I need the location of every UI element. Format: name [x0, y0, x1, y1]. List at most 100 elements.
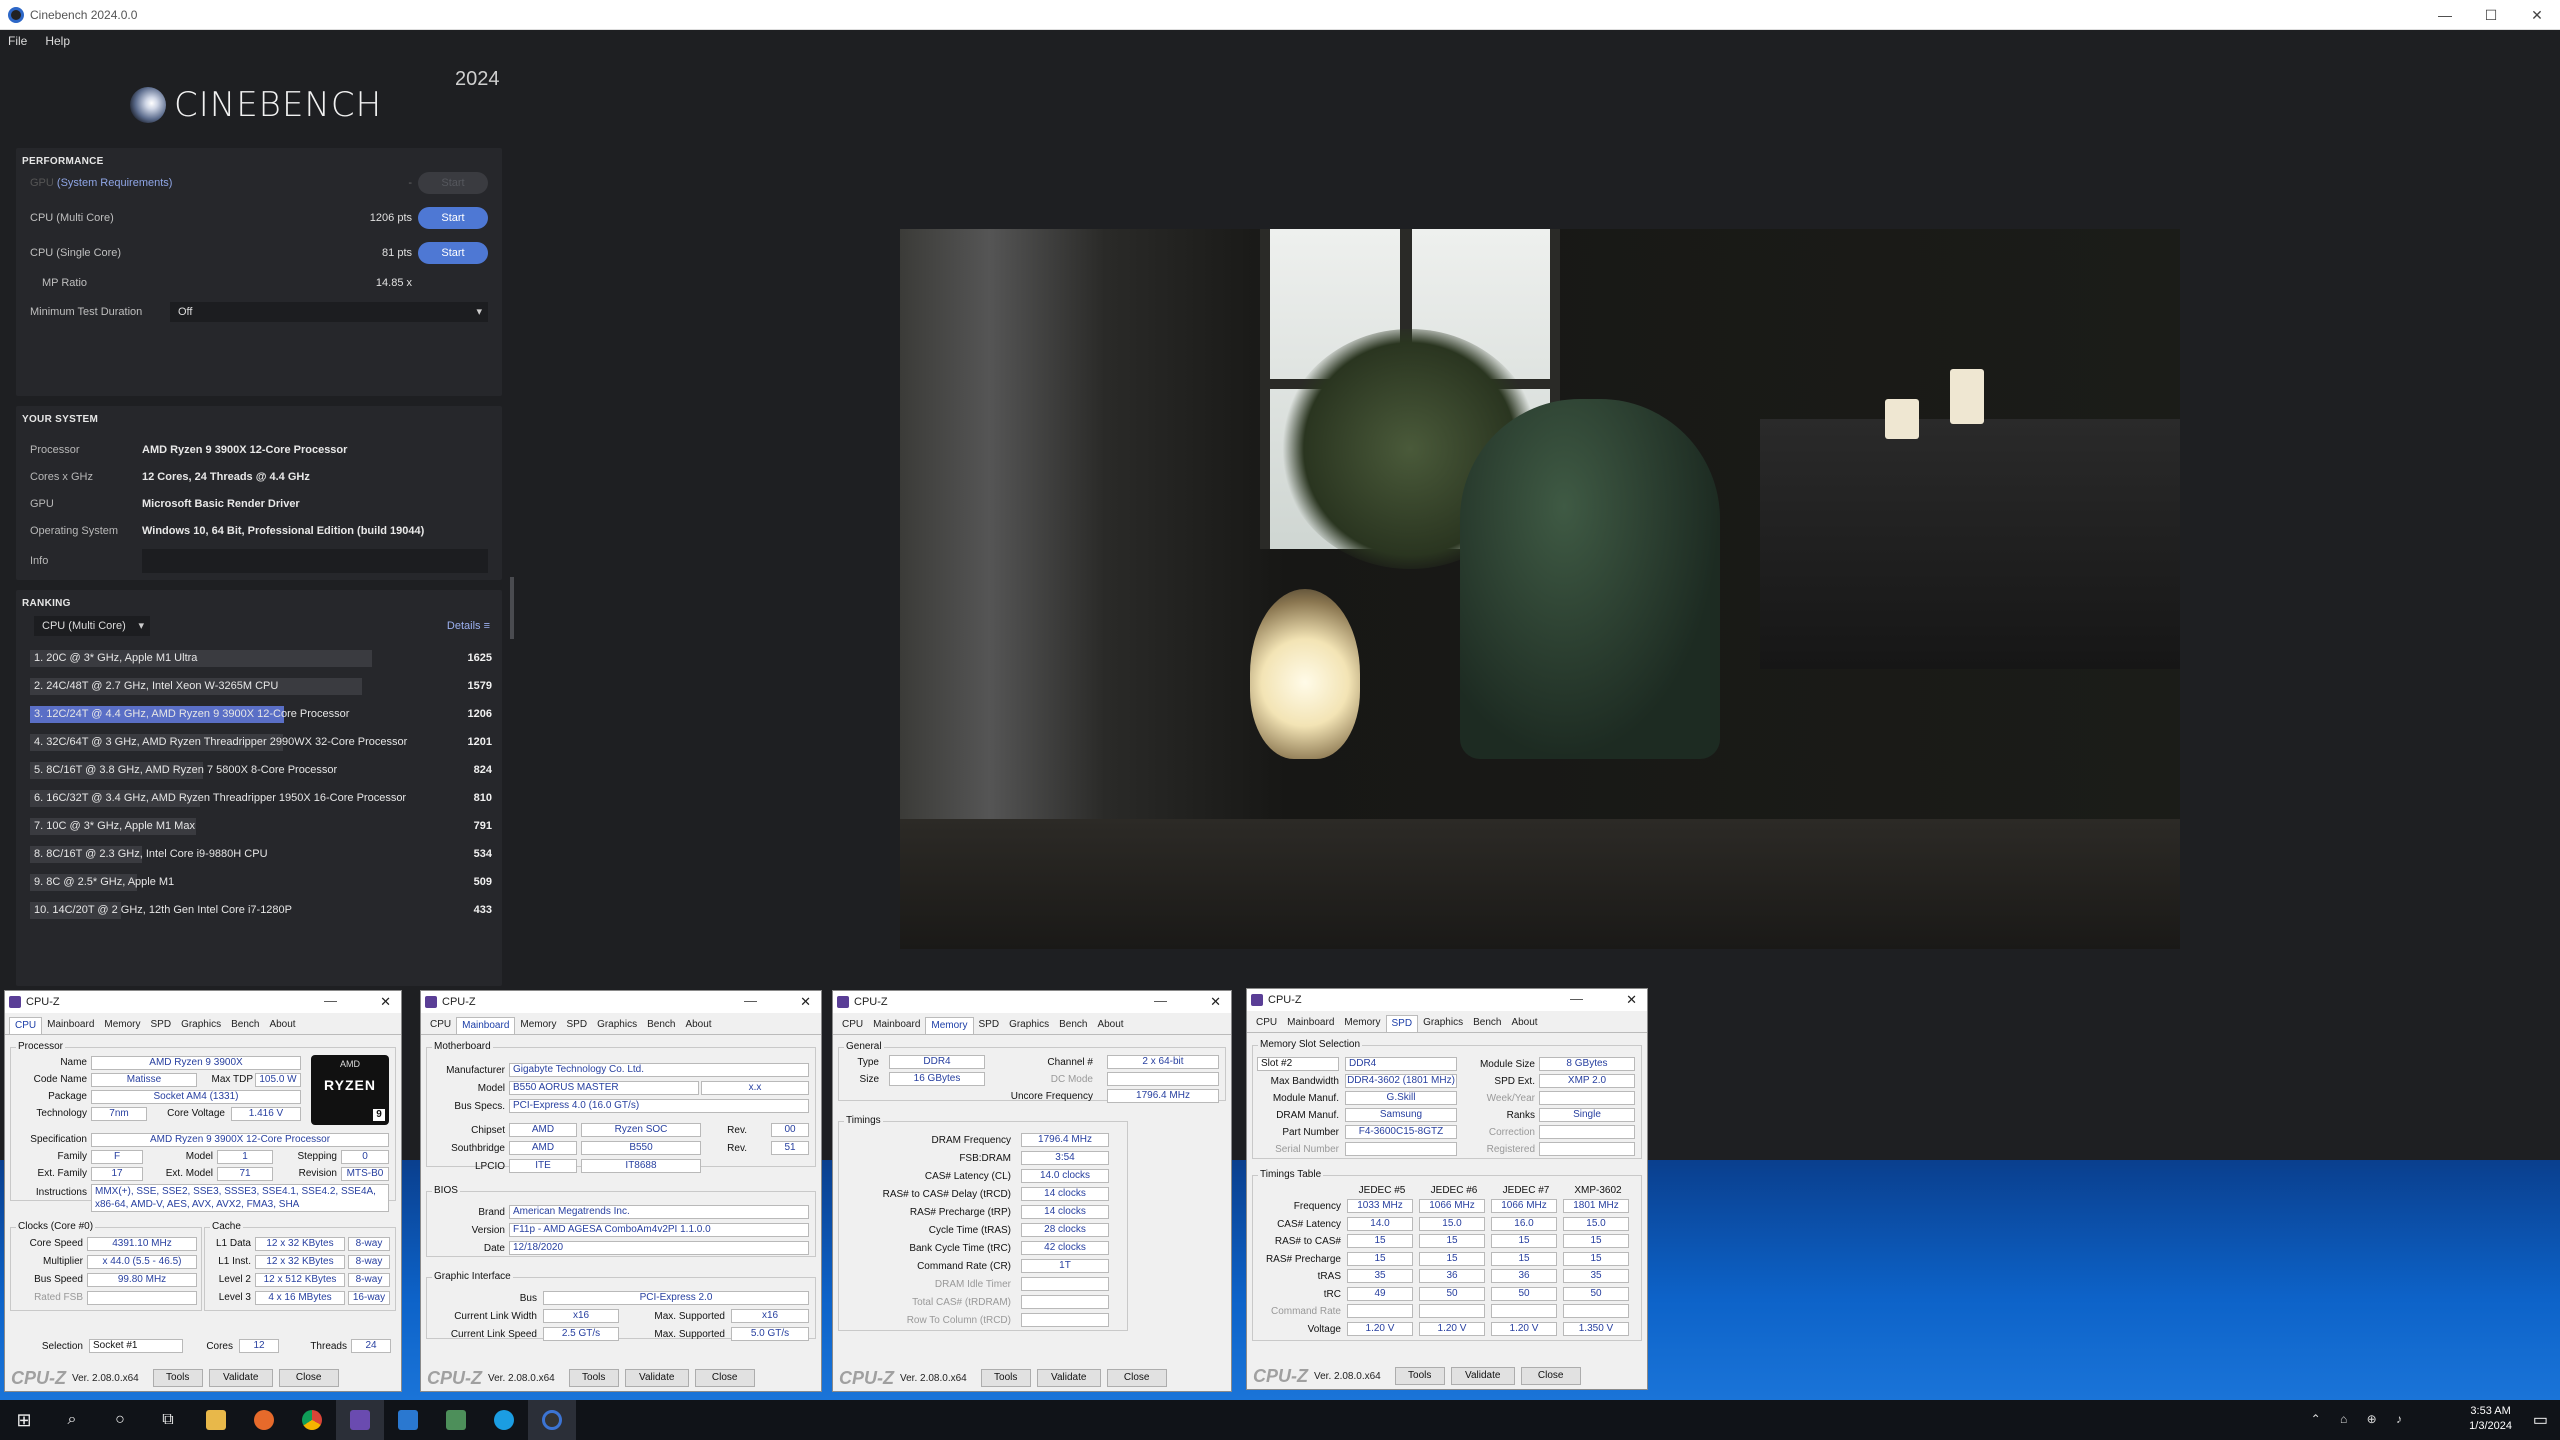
close-icon[interactable]: ✕	[1210, 994, 1221, 1010]
tab-spd[interactable]: SPD	[146, 1017, 177, 1034]
cortana-icon[interactable]: ○	[96, 1400, 144, 1440]
edge-icon[interactable]	[480, 1400, 528, 1440]
tab-memory[interactable]: Memory	[925, 1017, 974, 1034]
minimize-button[interactable]: —	[324, 993, 337, 1008]
file-explorer-icon[interactable]	[192, 1400, 240, 1440]
tools-button[interactable]: Tools	[568, 1369, 619, 1387]
tab-memory[interactable]: Memory	[1339, 1015, 1385, 1032]
minimize-button[interactable]: —	[1154, 993, 1167, 1008]
taskbar-clock[interactable]: 3:53 AM 1/3/2024	[2469, 1404, 2512, 1434]
validate-button[interactable]: Validate	[624, 1369, 689, 1387]
maximize-button[interactable]: ☐	[2468, 0, 2514, 30]
field-label: SPD Ext.	[1494, 1076, 1535, 1087]
tab-mainboard[interactable]: Mainboard	[1282, 1015, 1339, 1032]
single-core-start-button[interactable]: Start	[418, 242, 488, 264]
validate-button[interactable]: Validate	[208, 1369, 273, 1387]
ranking-row[interactable]: 7. 10C @ 3* GHz, Apple M1 Max 791	[30, 816, 492, 836]
tab-about[interactable]: About	[1092, 1017, 1128, 1034]
close-icon[interactable]: ✕	[1626, 992, 1637, 1008]
family-value: F	[91, 1150, 143, 1164]
app-icon[interactable]	[432, 1400, 480, 1440]
duration-dropdown[interactable]: Off	[170, 302, 488, 322]
close-button[interactable]: Close	[1520, 1367, 1581, 1385]
tab-mainboard[interactable]: Mainboard	[456, 1017, 516, 1034]
tab-cpu[interactable]: CPU	[1251, 1015, 1282, 1032]
tab-bench[interactable]: Bench	[642, 1017, 680, 1034]
correction-value	[1539, 1125, 1635, 1139]
tools-button[interactable]: Tools	[980, 1369, 1031, 1387]
menu-file[interactable]: File	[8, 34, 27, 48]
tab-cpu[interactable]: CPU	[9, 1017, 43, 1034]
ranking-scrollbar[interactable]	[510, 577, 514, 639]
app-icon[interactable]	[384, 1400, 432, 1440]
notifications-icon[interactable]: ▭	[2533, 1410, 2548, 1430]
cpuz-taskbar-icon[interactable]	[336, 1400, 384, 1440]
ranking-row[interactable]: 8. 8C/16T @ 2.3 GHz, Intel Core i9-9880H…	[30, 844, 492, 864]
close-button[interactable]: Close	[278, 1369, 339, 1387]
validate-button[interactable]: Validate	[1450, 1367, 1515, 1385]
multi-core-start-button[interactable]: Start	[418, 207, 488, 229]
minimize-button[interactable]: —	[2422, 0, 2468, 30]
spd-cell: 36	[1419, 1269, 1485, 1283]
part-number-value: F4-3600C15-8GTZ	[1345, 1125, 1457, 1139]
spd-cell: 1066 MHz	[1491, 1199, 1557, 1213]
search-icon[interactable]: ⌕	[48, 1400, 96, 1440]
extmodel-value: 71	[217, 1167, 273, 1181]
validate-button[interactable]: Validate	[1036, 1369, 1101, 1387]
chrome-icon[interactable]	[288, 1400, 336, 1440]
slot-select[interactable]: Slot #2	[1257, 1057, 1339, 1071]
info-field[interactable]	[142, 549, 488, 573]
ranking-row[interactable]: 3. 12C/24T @ 4.4 GHz, AMD Ryzen 9 3900X …	[30, 704, 492, 724]
tab-bench[interactable]: Bench	[1468, 1015, 1506, 1032]
tab-cpu[interactable]: CPU	[837, 1017, 868, 1034]
ranking-row[interactable]: 4. 32C/64T @ 3 GHz, AMD Ryzen Threadripp…	[30, 732, 492, 752]
cinebench-taskbar-icon[interactable]	[528, 1400, 576, 1440]
socket-select[interactable]: Socket #1	[89, 1339, 183, 1353]
tab-graphics[interactable]: Graphics	[176, 1017, 226, 1034]
tab-memory[interactable]: Memory	[99, 1017, 145, 1034]
close-icon[interactable]: ✕	[800, 994, 811, 1010]
details-button[interactable]: Details ≡	[447, 620, 490, 632]
ranking-row[interactable]: 6. 16C/32T @ 3.4 GHz, AMD Ryzen Threadri…	[30, 788, 492, 808]
minimize-button[interactable]: —	[744, 993, 757, 1008]
ranking-row[interactable]: 5. 8C/16T @ 3.8 GHz, AMD Ryzen 7 5800X 8…	[30, 760, 492, 780]
ranking-row[interactable]: 2. 24C/48T @ 2.7 GHz, Intel Xeon W-3265M…	[30, 676, 492, 696]
close-icon[interactable]: ✕	[380, 994, 391, 1010]
close-button[interactable]: Close	[1106, 1369, 1167, 1387]
task-view-icon[interactable]: ⧉	[144, 1400, 192, 1440]
start-button[interactable]: ⊞	[0, 1400, 48, 1440]
tab-graphics[interactable]: Graphics	[1418, 1015, 1468, 1032]
tab-mainboard[interactable]: Mainboard	[868, 1017, 925, 1034]
tab-about[interactable]: About	[1506, 1015, 1542, 1032]
ranking-row[interactable]: 1. 20C @ 3* GHz, Apple M1 Ultra 1625	[30, 648, 492, 668]
tab-spd[interactable]: SPD	[1385, 1015, 1419, 1032]
tab-cpu[interactable]: CPU	[425, 1017, 456, 1034]
menu-help[interactable]: Help	[45, 34, 70, 48]
tab-bench[interactable]: Bench	[1054, 1017, 1092, 1034]
tab-bench[interactable]: Bench	[226, 1017, 264, 1034]
close-button[interactable]: ✕	[2514, 0, 2560, 30]
system-tray-icons[interactable]: ⌃ ⌂ ⊕ ♪	[2311, 1412, 2410, 1426]
close-button[interactable]: Close	[694, 1369, 755, 1387]
ranking-row[interactable]: 10. 14C/20T @ 2 GHz, 12th Gen Intel Core…	[30, 900, 492, 920]
ranking-score: 1206	[467, 708, 492, 720]
tab-memory[interactable]: Memory	[515, 1017, 561, 1034]
firefox-icon[interactable]	[240, 1400, 288, 1440]
ranking-label: 10. 14C/20T @ 2 GHz, 12th Gen Intel Core…	[34, 904, 292, 916]
minimize-button[interactable]: —	[1570, 991, 1583, 1006]
ranking-label: 5. 8C/16T @ 3.8 GHz, AMD Ryzen 7 5800X 8…	[34, 764, 338, 776]
tools-button[interactable]: Tools	[1394, 1367, 1445, 1385]
ranking-row[interactable]: 9. 8C @ 2.5* GHz, Apple M1 509	[30, 872, 492, 892]
tab-graphics[interactable]: Graphics	[592, 1017, 642, 1034]
tab-graphics[interactable]: Graphics	[1004, 1017, 1054, 1034]
system-requirements-link[interactable]: (System Requirements)	[57, 177, 173, 189]
ranking-filter-dropdown[interactable]: CPU (Multi Core)	[34, 616, 150, 636]
tab-about[interactable]: About	[264, 1017, 300, 1034]
tab-spd[interactable]: SPD	[562, 1017, 593, 1034]
tab-about[interactable]: About	[680, 1017, 716, 1034]
tab-spd[interactable]: SPD	[974, 1017, 1005, 1034]
gpu-start-button[interactable]: Start	[418, 172, 488, 194]
timing-value: 14.0 clocks	[1021, 1169, 1109, 1183]
tab-mainboard[interactable]: Mainboard	[42, 1017, 99, 1034]
tools-button[interactable]: Tools	[152, 1369, 203, 1387]
